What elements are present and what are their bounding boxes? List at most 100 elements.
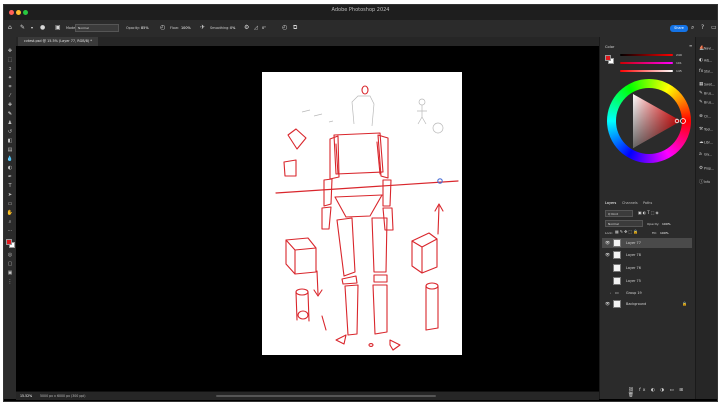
lock-icons[interactable]: ▦✎✥⬚🔒 xyxy=(615,230,639,234)
shape-tool-icon[interactable]: ▭ xyxy=(6,200,14,208)
dock-libraries[interactable]: ☁Libr... xyxy=(699,140,717,152)
workspace-icon[interactable]: ▭ xyxy=(711,25,717,31)
visibility-eye-icon[interactable]: 👁 xyxy=(605,299,610,309)
healing-tool-icon[interactable]: ✚ xyxy=(6,101,14,109)
quick-select-tool-icon[interactable]: ✦ xyxy=(6,74,14,82)
dock-brush-settings[interactable]: ✎Brus... xyxy=(699,100,717,112)
pressure-opacity-icon[interactable]: ◴ xyxy=(160,25,165,31)
clone-stamp-tool-icon[interactable]: ♟ xyxy=(6,119,14,127)
layer-row[interactable]: 👁 Background 🔒 xyxy=(602,299,692,309)
dock-tool-presets[interactable]: ⚒Tool... xyxy=(699,127,717,139)
flow-value[interactable]: 100% xyxy=(181,26,191,30)
document-info[interactable]: 5000 px x 6000 px (300 ppi) xyxy=(40,394,86,398)
foreground-color-swatch[interactable] xyxy=(6,239,12,245)
red-value[interactable]: 249 xyxy=(676,53,682,57)
hand-tool-icon[interactable]: ✋ xyxy=(6,209,14,217)
search-icon[interactable]: ⌕ xyxy=(691,25,694,31)
dock-glyphs[interactable]: a Gly... xyxy=(699,152,717,164)
dock-info[interactable]: ⓘInfo xyxy=(699,179,717,191)
layer-thumbnail xyxy=(613,239,621,247)
chevron-down-icon[interactable]: ▾ xyxy=(31,26,33,30)
dock-channels[interactable]: ⊗Ch... xyxy=(699,114,717,126)
visibility-eye-icon[interactable]: 👁 xyxy=(605,250,610,260)
eyedropper-tool-icon[interactable]: ⁄ xyxy=(6,92,14,100)
frame-icon[interactable]: ▣ xyxy=(6,269,14,277)
head-mark xyxy=(361,85,369,95)
blur-tool-icon[interactable]: 💧 xyxy=(6,155,14,163)
layer-row[interactable]: Layer 75 xyxy=(602,276,692,286)
blue-slider[interactable] xyxy=(620,70,673,72)
dock-styles[interactable]: fxStyl... xyxy=(699,69,717,81)
angle-value[interactable]: 0° xyxy=(262,26,266,30)
layer-opacity-value[interactable]: 100% xyxy=(662,222,671,226)
opacity-value[interactable]: 85% xyxy=(141,26,149,30)
layer-filter-icons[interactable]: ▣◐T⬚◈ xyxy=(638,211,660,215)
brush-tool-icon[interactable]: ✎ xyxy=(6,110,14,118)
move-tool-icon[interactable]: ✥ xyxy=(6,47,14,55)
smoothing-options-icon[interactable]: ⚙ xyxy=(244,25,249,31)
brush-preset-icon[interactable]: ● xyxy=(40,25,45,31)
more-tools-icon[interactable]: ⋯ xyxy=(6,227,14,235)
color-panel-foreground-swatch[interactable] xyxy=(605,55,611,61)
color-wheel[interactable] xyxy=(607,79,691,163)
crop-tool-icon[interactable]: ⌗ xyxy=(6,83,14,91)
document-canvas[interactable] xyxy=(262,72,462,355)
layer-row[interactable]: 👁 Layer 78 xyxy=(602,250,692,260)
title-bar: Adobe Photoshop 2024 xyxy=(4,5,717,21)
layer-actions-icons[interactable]: ⛓ fx ◐ ◑ ▭ ⊞ 🗑 xyxy=(628,388,696,398)
blend-mode-select[interactable]: Normal xyxy=(605,220,643,227)
layer-name: Layer 78 xyxy=(626,253,641,257)
blue-value[interactable]: 145 xyxy=(676,69,682,73)
layer-group-row[interactable]: › ▭ Group 19 xyxy=(602,288,692,298)
document-tab[interactable]: cvtest.psd @ 15.5% (Layer 77, RGB/8) * xyxy=(18,37,98,46)
visibility-eye-icon[interactable]: 👁 xyxy=(605,238,610,248)
lasso-tool-icon[interactable]: ↄ xyxy=(6,65,14,73)
layer-name: Layer 75 xyxy=(626,279,641,283)
right-panel: Color ≡ 249 101 145 Layers Channels Path… xyxy=(599,37,696,399)
angle-icon: ◿ xyxy=(254,25,258,31)
help-icon[interactable]: ? xyxy=(701,25,704,31)
home-icon[interactable]: ⌂ xyxy=(8,25,12,31)
type-tool-icon[interactable]: T xyxy=(6,182,14,190)
share-button[interactable]: Share xyxy=(670,25,688,32)
layer-row[interactable]: 👁 Layer 77 xyxy=(602,238,692,248)
color-triangle[interactable] xyxy=(607,79,691,163)
eraser-tool-icon[interactable]: ◧ xyxy=(6,137,14,145)
zoom-tool-icon[interactable]: ⌕ xyxy=(6,218,14,226)
quick-mask-icon[interactable]: ◎ xyxy=(6,251,14,259)
path-select-tool-icon[interactable]: ➤ xyxy=(6,191,14,199)
tab-paths[interactable]: Paths xyxy=(643,201,652,205)
horizontal-scrollbar[interactable] xyxy=(216,395,436,397)
fill-label: Fill: xyxy=(652,231,658,235)
smoothing-value[interactable]: 0% xyxy=(230,26,235,30)
chevron-right-icon[interactable]: › xyxy=(610,288,611,298)
green-value[interactable]: 101 xyxy=(676,61,682,65)
brush-settings-icon[interactable]: ▣ xyxy=(55,25,61,31)
panel-menu-icon[interactable]: ≡ xyxy=(689,44,692,48)
history-brush-tool-icon[interactable]: ↺ xyxy=(6,128,14,136)
marquee-tool-icon[interactable]: ⬚ xyxy=(6,56,14,64)
screen-mode-icon[interactable]: ▢ xyxy=(6,260,14,268)
gradient-tool-icon[interactable]: ▤ xyxy=(6,146,14,154)
mode-select[interactable]: Normal xyxy=(75,24,119,32)
dock-navigator[interactable]: ⛵Navi... xyxy=(699,46,717,58)
layer-name: Layer 76 xyxy=(626,266,641,270)
tab-channels[interactable]: Channels xyxy=(622,201,638,205)
status-bar: 15.52% 5000 px x 6000 px (300 ppi) xyxy=(16,391,599,400)
edit-toolbar-icon[interactable]: ⋮ xyxy=(6,278,14,286)
layer-filter-select[interactable]: Q Kind xyxy=(605,210,633,217)
lock-icon: 🔒 xyxy=(682,301,687,306)
red-slider[interactable] xyxy=(620,54,673,56)
airbrush-icon[interactable]: ✈ xyxy=(200,25,205,31)
layer-row[interactable]: Layer 76 xyxy=(602,263,692,273)
zoom-level[interactable]: 15.52% xyxy=(20,394,32,398)
dock-properties[interactable]: ⚙Prop... xyxy=(699,166,717,178)
brush-tool-icon[interactable]: ✎ xyxy=(20,25,25,31)
green-slider[interactable] xyxy=(620,62,673,64)
fill-value[interactable]: 100% xyxy=(660,231,669,235)
symmetry-icon[interactable]: ⧉ xyxy=(293,25,297,31)
pen-tool-icon[interactable]: ✒ xyxy=(6,173,14,181)
pressure-size-icon[interactable]: ◴ xyxy=(282,25,287,31)
dodge-tool-icon[interactable]: ◐ xyxy=(6,164,14,172)
tab-layers[interactable]: Layers xyxy=(605,201,616,205)
